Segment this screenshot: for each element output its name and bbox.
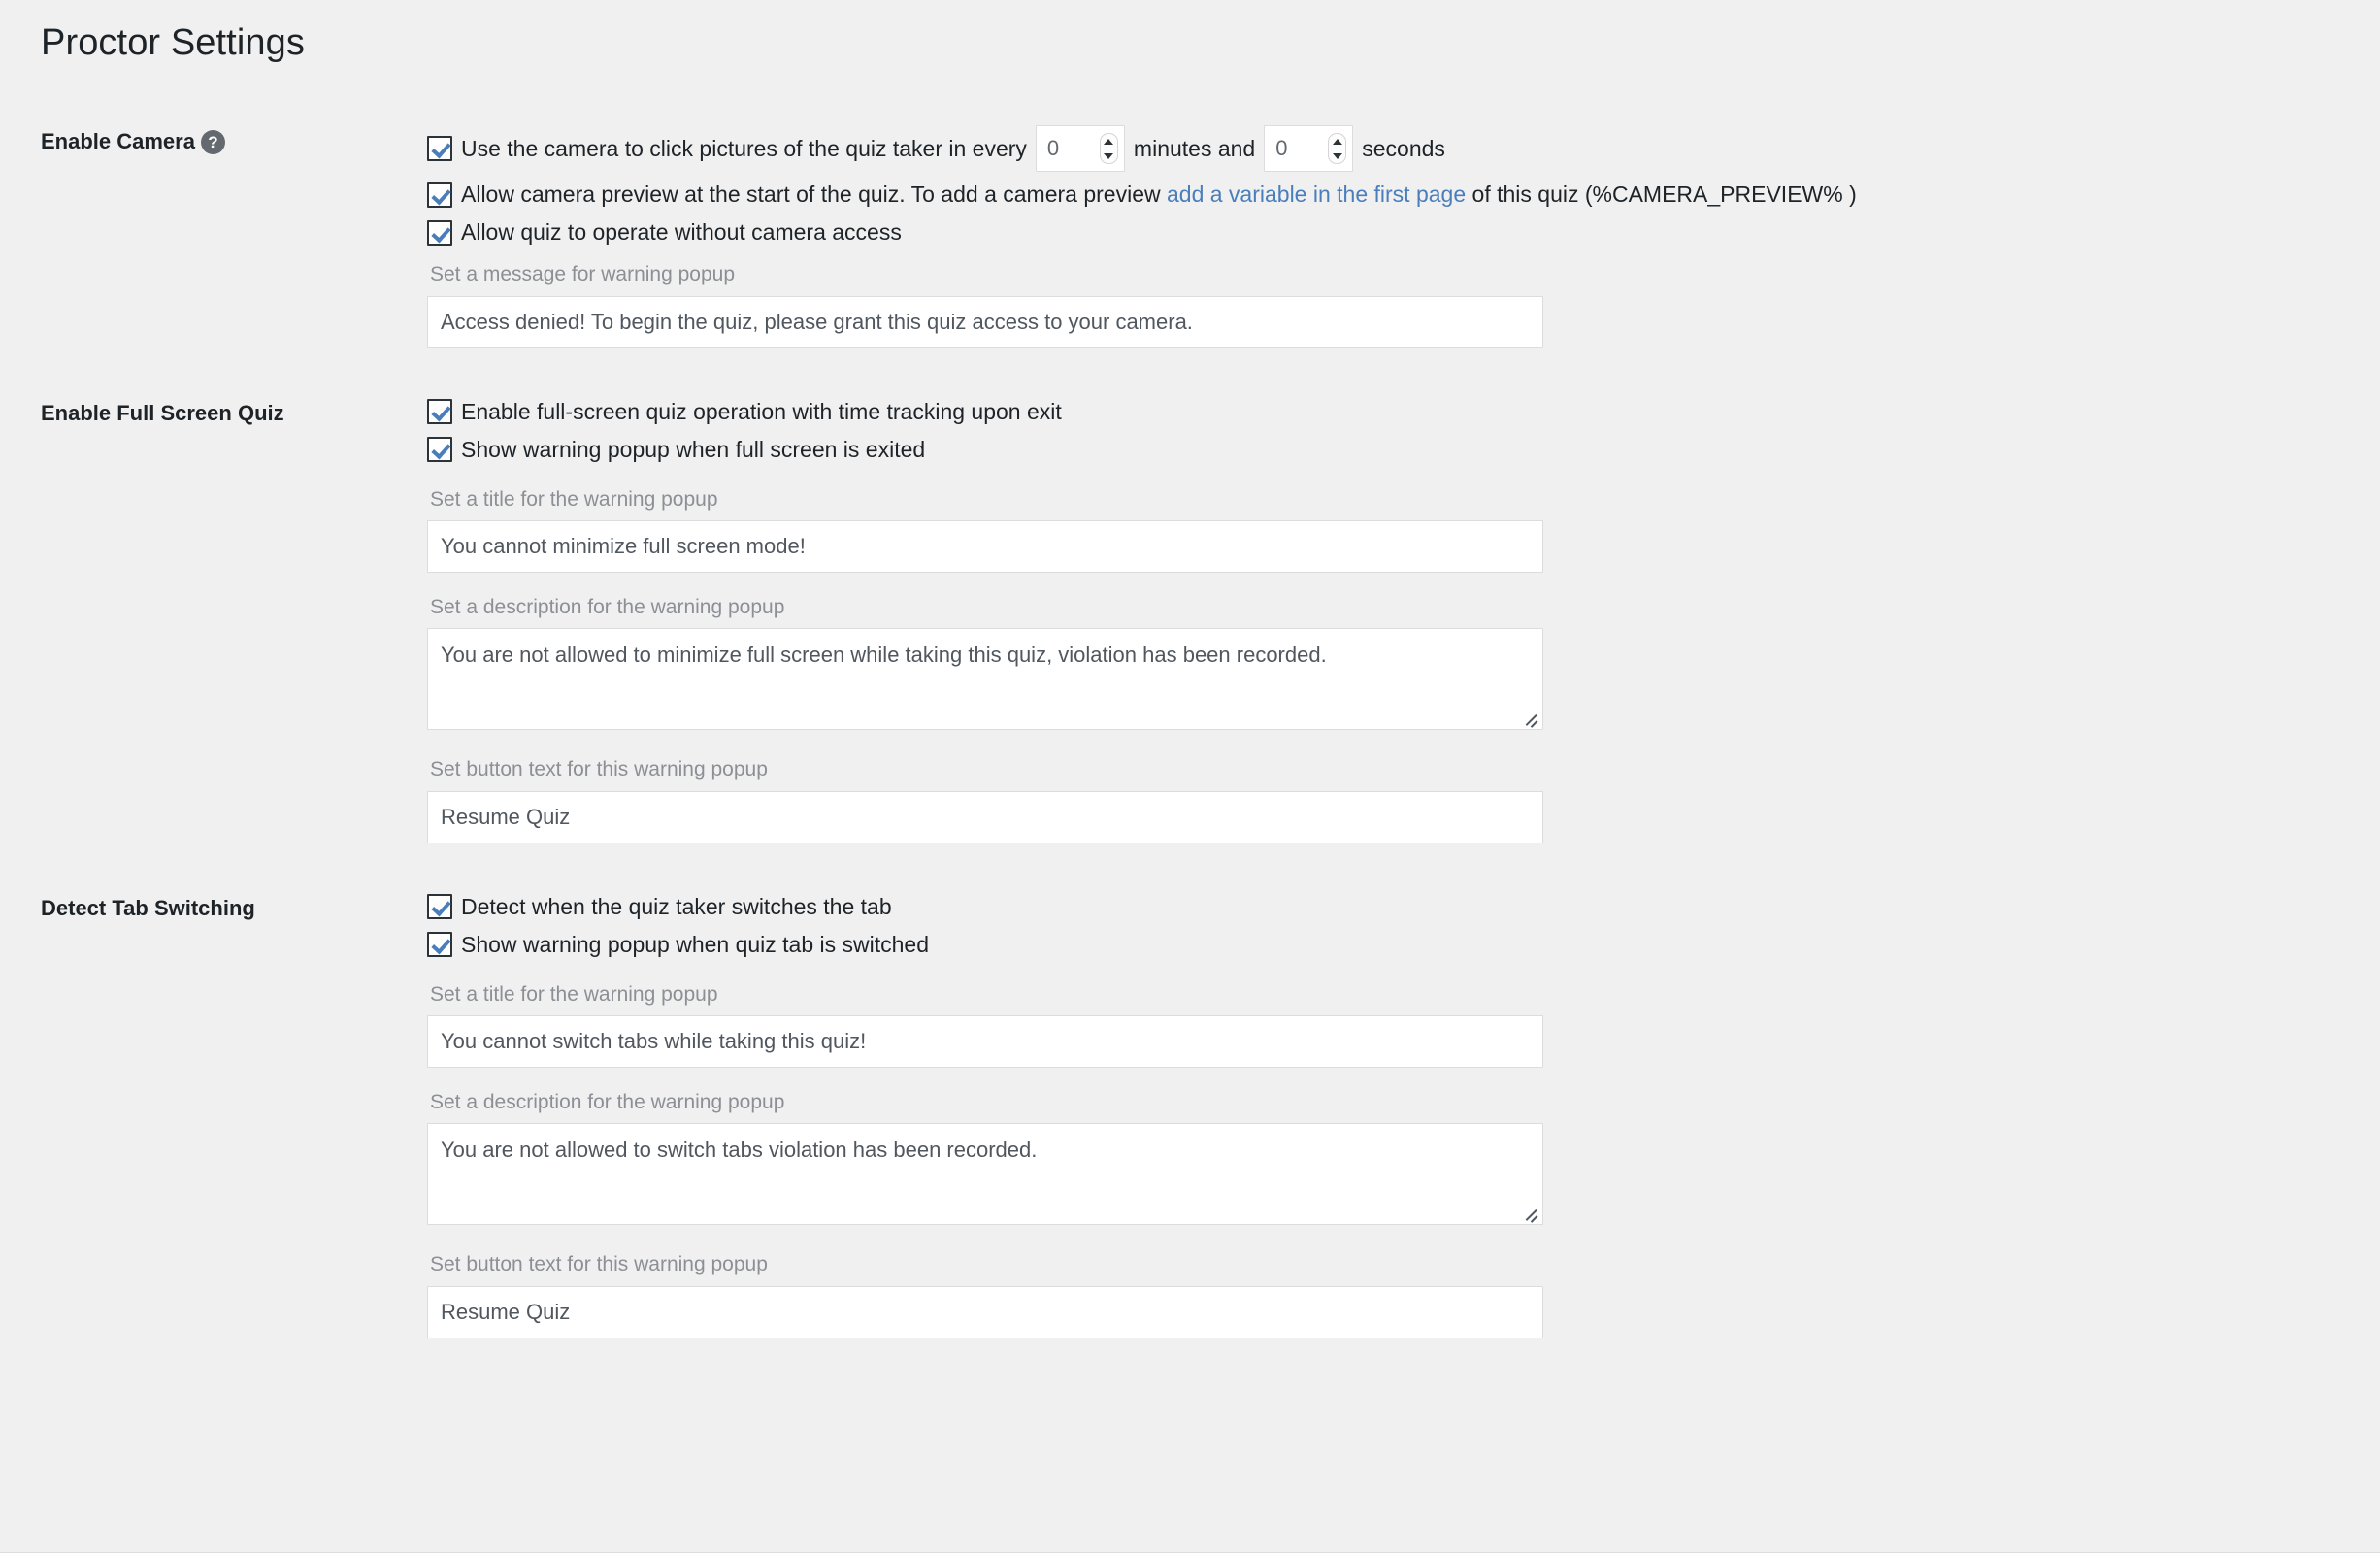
- fullscreen-warning-button-input[interactable]: [427, 790, 1543, 843]
- section-label-cell-enable-camera: Enable Camera?: [0, 102, 427, 373]
- add-variable-first-page-link[interactable]: add a variable in the first page: [1167, 180, 1466, 210]
- section-row-enable-camera: Enable Camera? Use the camera to click p…: [0, 102, 2380, 373]
- seconds-stepper-wrap: [1264, 125, 1354, 173]
- checkbox-line-allow-without-camera: Allow quiz to operate without camera acc…: [427, 217, 2380, 248]
- checkbox-label-allow-without-camera: Allow quiz to operate without camera acc…: [461, 219, 902, 246]
- checkbox-line-allow-camera-preview: Allow camera preview at the start of the…: [427, 180, 2380, 210]
- section-label-full-screen: Enable Full Screen Quiz: [41, 400, 284, 425]
- field-label-camera-warning-message: Set a message for warning popup: [430, 263, 736, 286]
- checkbox-line-show-fullscreen-warning: Show warning popup when full screen is e…: [427, 435, 2380, 465]
- chevron-down-icon[interactable]: [1332, 152, 1342, 159]
- field-label-fullscreen-description: Set a description for the warning popup: [430, 596, 785, 619]
- section-label-text: Enable Camera: [41, 129, 195, 154]
- checkbox-allow-camera-preview[interactable]: [427, 182, 452, 208]
- chevron-down-icon[interactable]: [1104, 152, 1114, 159]
- field-group-fullscreen-description: Set a description for the warning popup: [427, 594, 2380, 735]
- chevron-up-icon[interactable]: [1104, 138, 1114, 145]
- minutes-spinner[interactable]: [1099, 133, 1118, 165]
- field-label-fullscreen-button: Set button text for this warning popup: [430, 758, 768, 781]
- field-group-tab-button: Set button text for this warning popup: [427, 1251, 2380, 1338]
- tab-warning-title-input[interactable]: [427, 1015, 1543, 1069]
- section-label-enable-camera: Enable Camera?: [41, 127, 225, 157]
- fullscreen-warning-title-input[interactable]: [427, 520, 1543, 574]
- minutes-and-label: minutes and: [1133, 135, 1256, 161]
- fullscreen-warning-description-input[interactable]: [427, 628, 1543, 731]
- help-icon[interactable]: ?: [200, 130, 225, 155]
- field-label-fullscreen-title: Set a title for the warning popup: [430, 487, 718, 511]
- camera-preview-suffix-text: of this quiz (%CAMERA_PREVIEW% ): [1471, 182, 1857, 208]
- checkbox-line-show-tab-warning: Show warning popup when quiz tab is swit…: [427, 930, 2380, 960]
- tab-warning-description-input[interactable]: [427, 1123, 1543, 1226]
- field-group-tab-description: Set a description for the warning popup: [427, 1089, 2380, 1230]
- checkbox-line-detect-tab-switch: Detect when the quiz taker switches the …: [427, 892, 2380, 922]
- checkbox-label-use-camera-interval: Use the camera to click pictures of the …: [461, 135, 1027, 161]
- field-label-tab-description: Set a description for the warning popup: [430, 1091, 785, 1114]
- checkbox-label-show-fullscreen-warning: Show warning popup when full screen is e…: [461, 436, 926, 462]
- checkbox-label-show-tab-warning: Show warning popup when quiz tab is swit…: [461, 931, 930, 957]
- chevron-up-icon[interactable]: [1332, 138, 1342, 145]
- field-group-tab-title: Set a title for the warning popup: [427, 981, 2380, 1069]
- proctor-settings-page: Proctor Settings Enable Camera? Use the …: [0, 0, 2380, 1553]
- checkbox-show-fullscreen-warning[interactable]: [427, 437, 452, 463]
- field-label-tab-button: Set button text for this warning popup: [430, 1253, 768, 1276]
- checkbox-show-tab-warning[interactable]: [427, 932, 452, 958]
- checkbox-label-enable-fullscreen: Enable full-screen quiz operation with t…: [461, 398, 1062, 424]
- section-fields-tab-switching: Detect when the quiz taker switches the …: [427, 869, 2380, 1364]
- field-group-fullscreen-title: Set a title for the warning popup: [427, 486, 2380, 574]
- section-fields-full-screen: Enable full-screen quiz operation with t…: [427, 374, 2380, 869]
- checkbox-use-camera-interval[interactable]: [427, 136, 452, 162]
- section-row-enable-full-screen-quiz: Enable Full Screen Quiz Enable full-scre…: [0, 374, 2380, 869]
- field-group-fullscreen-button: Set button text for this warning popup: [427, 756, 2380, 843]
- field-label-tab-title: Set a title for the warning popup: [430, 982, 718, 1006]
- fullscreen-description-wrap: [427, 628, 1543, 731]
- section-label-tab-switching: Detect Tab Switching: [41, 895, 255, 920]
- tab-warning-button-input[interactable]: [427, 1285, 1543, 1338]
- checkbox-allow-without-camera[interactable]: [427, 219, 452, 246]
- section-fields-enable-camera: Use the camera to click pictures of the …: [427, 102, 2380, 373]
- camera-warning-message-input[interactable]: [427, 295, 1543, 348]
- section-row-detect-tab-switching: Detect Tab Switching Detect when the qui…: [0, 869, 2380, 1364]
- checkbox-line-enable-fullscreen: Enable full-screen quiz operation with t…: [427, 397, 2380, 427]
- section-label-cell-tab-switching: Detect Tab Switching: [0, 869, 427, 1364]
- checkbox-label-detect-tab-switch: Detect when the quiz taker switches the …: [461, 893, 892, 919]
- settings-form-table: Enable Camera? Use the camera to click p…: [0, 102, 2380, 1363]
- seconds-spinner[interactable]: [1328, 133, 1347, 165]
- page-title: Proctor Settings: [41, 22, 305, 63]
- checkbox-line-use-camera-interval: Use the camera to click pictures of the …: [427, 125, 2380, 173]
- section-label-cell-full-screen: Enable Full Screen Quiz: [0, 374, 427, 869]
- checkbox-label-allow-camera-preview: Allow camera preview at the start of the…: [461, 182, 1161, 208]
- minutes-stepper-wrap: [1035, 125, 1125, 173]
- checkbox-enable-fullscreen[interactable]: [427, 399, 452, 425]
- field-group-camera-warning-message: Set a message for warning popup: [427, 261, 2380, 348]
- seconds-label: seconds: [1362, 135, 1445, 161]
- tab-description-wrap: [427, 1123, 1543, 1226]
- checkbox-detect-tab-switch[interactable]: [427, 894, 452, 920]
